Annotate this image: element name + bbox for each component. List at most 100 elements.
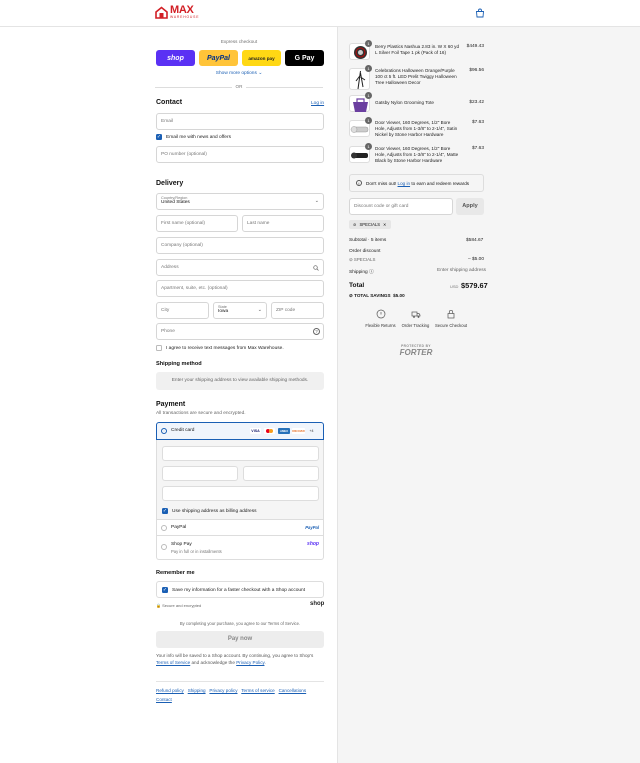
terms-note: By completing your purchase, you agree t… — [179, 621, 301, 626]
footer-link-shipping[interactable]: Shipping — [188, 688, 206, 693]
halloween-tree-icon — [355, 70, 366, 90]
shop-pay-option[interactable]: Shop Pay Pay in full or in installments … — [156, 536, 324, 560]
sms-checkbox-label: I agree to receive text messages from Ma… — [166, 346, 284, 351]
phone-placeholder: Phone — [161, 329, 175, 334]
pay-now-button[interactable]: Pay now — [156, 631, 324, 648]
remove-tag-icon[interactable]: ✕ — [383, 220, 387, 229]
name-on-card-field[interactable] — [162, 486, 319, 501]
site-header: MAX WAREHOUSE — [0, 0, 640, 27]
shipping-method-notice: Enter your shipping address to view avai… — [156, 372, 324, 390]
address-placeholder: Address — [161, 265, 179, 270]
apply-button[interactable]: Apply — [456, 198, 484, 215]
sms-checkbox[interactable] — [156, 345, 162, 351]
google-pay-button[interactable]: G Pay — [285, 50, 324, 66]
expiration-field[interactable] — [162, 466, 238, 481]
lock-icon: 🔒 — [156, 603, 161, 608]
trust-label: Order Tracking — [401, 323, 430, 328]
returns-icon — [376, 309, 385, 319]
remember-heading: Remember me — [156, 570, 195, 576]
phone-field[interactable]: Phone ? — [156, 323, 324, 340]
address-field[interactable]: Address — [156, 259, 324, 276]
cart-item-price: $96.56 — [469, 68, 484, 73]
forter-logo: FORTER — [399, 348, 433, 357]
cart-item-thumbnail: 1 — [349, 65, 372, 90]
po-number-field[interactable]: PO number (optional) — [156, 146, 324, 163]
city-field[interactable]: City — [156, 302, 209, 319]
secure-label: Secure and encrypted — [162, 603, 202, 608]
subtotal-label: Subtotal · 5 items — [349, 238, 387, 243]
discount-code-row: ⊘ SPECIALS — [349, 257, 375, 263]
save-info-checkbox[interactable]: ✓ — [162, 587, 168, 593]
login-link[interactable]: Log in — [311, 101, 324, 106]
cart-item-price: $23.42 — [469, 100, 484, 105]
rewards-pre: Don't miss out! — [366, 181, 397, 186]
email-field[interactable]: Email — [156, 113, 324, 130]
news-checkbox[interactable]: ✓ — [156, 134, 162, 140]
amazon-pay-button[interactable]: amazon pay — [242, 50, 281, 66]
country-select[interactable]: Country/Region United States ⌄ — [156, 193, 324, 210]
search-icon — [313, 265, 319, 271]
state-select[interactable]: State Iowa ⌄ — [213, 302, 267, 319]
tag-icon: ⊘ — [353, 222, 357, 227]
chevron-down-icon: ⌄ — [257, 307, 262, 313]
footer-link-cancellations[interactable]: Cancellations — [279, 688, 307, 693]
shop-pay-radio[interactable] — [161, 544, 167, 550]
savings-label: TOTAL SAVINGS — [354, 293, 391, 298]
payment-subtitle: All transactions are secure and encrypte… — [156, 411, 246, 416]
zip-field[interactable]: ZIP code — [271, 302, 324, 319]
last-name-field[interactable]: Last name — [242, 215, 324, 232]
discount-code-label: SPECIALS — [353, 257, 376, 262]
shop-notice-end: . — [264, 660, 266, 665]
shop-logo: shop — [310, 601, 325, 607]
footer-link-privacy[interactable]: Privacy policy — [209, 688, 237, 693]
savings-value: $5.00 — [393, 293, 405, 298]
truck-icon — [411, 311, 420, 318]
shop-terms-link[interactable]: Terms of Service — [156, 660, 190, 665]
trust-label: Flexible Returns — [365, 323, 396, 328]
cart-item-price: $7.63 — [471, 120, 484, 125]
visa-icon: VISA — [250, 428, 261, 434]
footer-link-terms[interactable]: Terms of service — [241, 688, 274, 693]
cart-item-price: $449.43 — [466, 44, 484, 49]
show-more-options-link[interactable]: Show more options ⌄ — [155, 71, 323, 76]
cart-item-name: Door Viewer, 160 Degrees, 1/2" Bore Hole… — [375, 146, 459, 163]
paypal-option[interactable]: PayPal PayPal — [156, 519, 324, 536]
rewards-login-link[interactable]: Log in — [398, 181, 411, 186]
paypal-radio[interactable] — [161, 525, 167, 531]
footer-link-contact[interactable]: Contact — [156, 697, 172, 702]
first-name-field[interactable]: First name (optional) — [156, 215, 238, 232]
shopping-bag-icon[interactable] — [475, 8, 485, 18]
cart-item-name: Celebrations Halloween Orange/Purple 100… — [375, 68, 457, 85]
billing-same-checkbox[interactable]: ✓ — [162, 508, 168, 514]
credit-card-radio[interactable] — [161, 428, 167, 434]
rewards-banner: i Don't miss out! Log in to earn and red… — [349, 174, 484, 192]
apartment-field[interactable]: Apartment, suite, etc. (optional) — [156, 280, 324, 297]
paypal-button[interactable]: PayPal — [199, 50, 238, 66]
order-discount-label: Order discount — [349, 249, 381, 254]
cart-item-name: Door Viewer, 160 Degrees, 1/2" Bore Hole… — [375, 120, 458, 137]
cart-item-name: Berry Plastics Nashua 2.83 in. W X 60 yd… — [375, 44, 459, 55]
shop-privacy-link[interactable]: Privacy Policy — [236, 660, 264, 665]
card-number-field[interactable] — [162, 446, 319, 461]
warehouse-logo-icon[interactable] — [155, 6, 168, 19]
discount-code-field[interactable]: Discount code or gift card — [349, 198, 453, 215]
credit-card-option[interactable]: Credit card VISA AMEX DISCOVER +4 — [156, 422, 324, 440]
chevron-down-icon: ⌄ — [314, 198, 319, 204]
help-icon[interactable]: ⓘ — [369, 270, 374, 275]
cart-item-price: $7.63 — [471, 146, 484, 151]
secure-note: 🔒 Secure and encrypted — [156, 603, 201, 608]
shop-pay-button[interactable]: shop — [156, 50, 195, 66]
footer-link-refund[interactable]: Refund policy — [156, 688, 184, 693]
brand-name[interactable]: MAX — [170, 5, 194, 16]
help-icon[interactable]: ? — [313, 328, 320, 335]
lock-icon — [447, 310, 455, 319]
security-code-field[interactable] — [243, 466, 319, 481]
or-label: OR — [232, 84, 246, 89]
cart-item-thumbnail: 1 — [349, 143, 372, 163]
shipping-label: Shipping — [349, 270, 368, 275]
tag-icon: ⊘ — [349, 257, 353, 262]
discount-value: – $5.00 — [468, 257, 485, 262]
rewards-post: to earn and redeem rewards — [411, 181, 470, 186]
company-field[interactable]: Company (optional) — [156, 237, 324, 254]
more-cards-label: +4 — [309, 429, 314, 433]
